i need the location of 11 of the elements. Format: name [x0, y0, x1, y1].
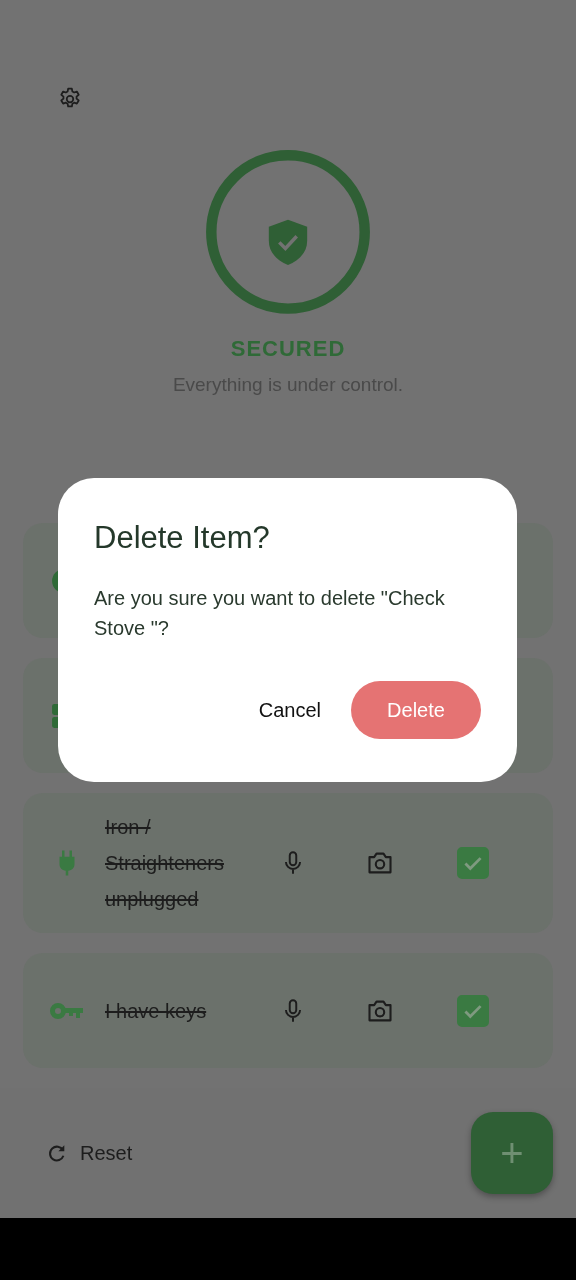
item-label: Iron / Straighteners unplugged: [105, 815, 225, 912]
cancel-button[interactable]: Cancel: [250, 690, 329, 730]
add-button[interactable]: +: [471, 1112, 553, 1194]
dialog-title: Delete Item?: [94, 519, 271, 557]
status-title: SECURED: [230, 335, 346, 363]
checkbox[interactable]: [457, 847, 489, 879]
reset-button[interactable]: Reset: [42, 1137, 137, 1169]
dialog-message: Are you sure you want to delete "Check Stove "?: [94, 586, 446, 641]
delete-button[interactable]: Delete: [351, 681, 481, 739]
checkbox[interactable]: [457, 994, 489, 1027]
item-label: I have keys: [105, 998, 208, 1024]
